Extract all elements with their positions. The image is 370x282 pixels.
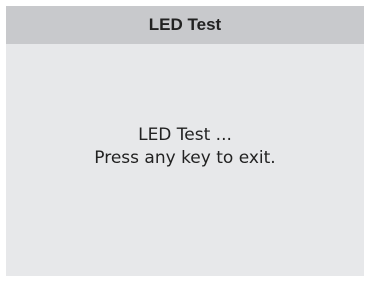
status-message-line-1: LED Test ... [138, 125, 232, 145]
page-title: LED Test [148, 15, 222, 34]
status-message-line-2: Press any key to exit. [94, 148, 276, 168]
status-message: LED Test ... Press any key to exit. [6, 124, 364, 170]
led-test-screen: LED Test LED Test ... Press any key to e… [6, 6, 364, 276]
title-bar: LED Test [6, 6, 364, 44]
